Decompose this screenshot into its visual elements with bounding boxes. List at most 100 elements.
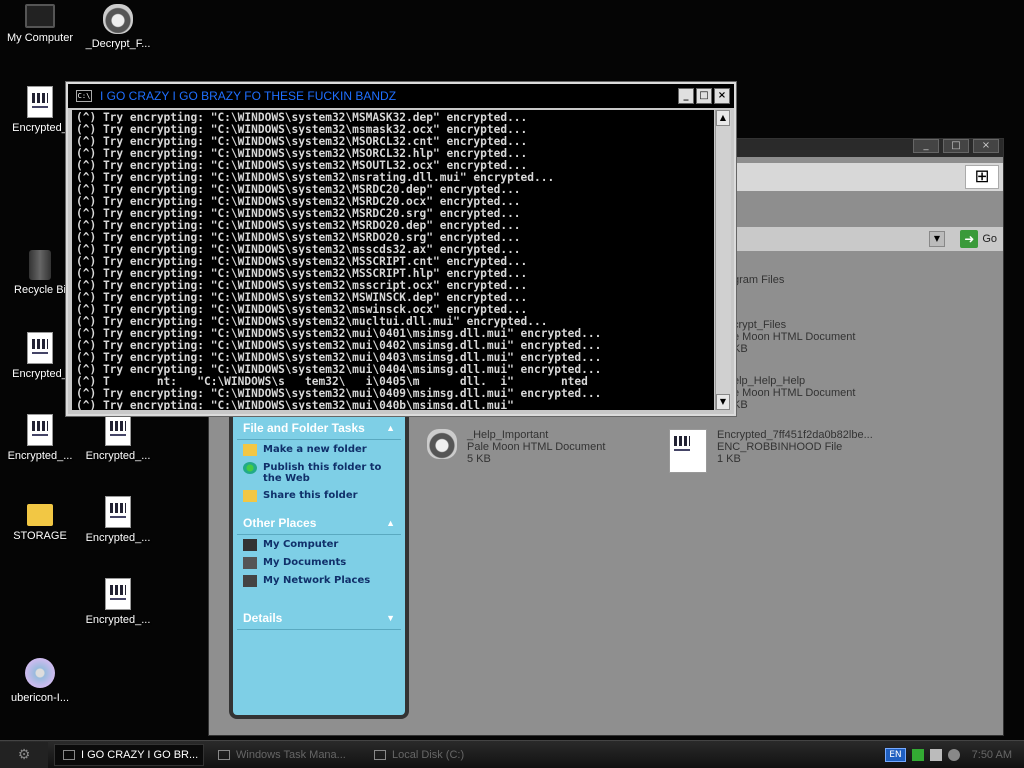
file-name: _Help_Important [467,429,549,441]
file-size: 1 KB [717,453,741,465]
cd-icon [25,658,55,688]
task-manager-icon [218,749,230,760]
other-places-section: Other Places ▲ My Computer My Documents … [237,514,401,589]
taskbar-item-console[interactable]: I GO CRAZY I GO BR... [54,743,204,766]
place-my-documents[interactable]: My Documents [237,553,401,571]
drive-icon [374,749,386,760]
file-type: ENC_ROBBINHOOD File [717,441,843,453]
desktop-icon-encrypted[interactable]: Encrypted_... [0,414,80,462]
language-indicator[interactable]: EN [885,747,906,762]
go-arrow-icon: ➜ [960,230,979,248]
clock[interactable]: 7:50 AM [972,749,1012,761]
share-folder-icon [243,490,257,502]
document-icon [105,578,131,610]
console-line: (^) Try encrypting: "C:\WINDOWS\system32… [76,399,514,411]
chevron-up-icon[interactable]: ▲ [386,518,395,528]
console-icon [63,749,75,760]
file-name: crypt_Files [733,319,787,331]
documents-icon [243,557,257,569]
file-name: elp_Help_Help [733,375,806,387]
monitor-icon [25,4,55,28]
computer-icon [243,539,257,551]
console-scrollbar[interactable]: ▲ ▼ [715,110,731,410]
desktop-icon-label: Encrypted_... [85,532,151,544]
file-item-program-files[interactable]: gram Files [733,274,784,286]
chevron-down-icon[interactable]: ▼ [386,613,395,623]
document-icon [105,414,131,446]
desktop-icon-label: Encrypted_... [85,450,151,462]
desktop-icon-label: Encrypted_... [85,614,151,626]
section-title: File and Folder Tasks [243,421,365,435]
taskbar-item-local-disk[interactable]: Local Disk (C:) [366,744,516,766]
task-publish-folder[interactable]: Publish this folder to the Web [237,458,401,486]
section-header[interactable]: Details ▼ [237,609,401,630]
section-header[interactable]: File and Folder Tasks ▲ [237,419,401,440]
minimize-icon[interactable]: _ [913,139,939,153]
desktop-icon-label: _Decrypt_F... [85,38,151,50]
desktop-icon-storage[interactable]: STORAGE [0,496,80,542]
desktop-icon-label: My Computer [6,32,74,44]
file-size: KB [733,399,748,411]
desktop-icon-encrypted[interactable]: Encrypted_... [78,414,158,462]
console-output[interactable]: (^) Try encrypting: "C:\WINDOWS\system32… [72,110,714,410]
section-title: Details [243,611,283,625]
start-button[interactable]: ⚙ [0,741,48,768]
section-title: Other Places [243,516,317,530]
console-title: I GO CRAZY I GO BRAZY FO THESE FUCKIN BA… [100,89,397,103]
taskbar-item-task-manager[interactable]: Windows Task Mana... [210,744,360,766]
system-tray: EN 7:50 AM [885,741,1024,768]
document-icon [27,86,53,118]
file-item-encrypted[interactable]: Encrypted_7ff451f2da0b82lbe... ENC_ROBBI… [669,429,873,473]
file-item-help-important[interactable]: _Help_Important Pale Moon HTML Document … [427,429,605,465]
console-icon: C:\ [76,90,92,102]
volume-icon[interactable] [947,748,960,761]
address-dropdown-icon[interactable]: ▼ [929,231,945,247]
minimize-icon[interactable]: _ [678,88,694,104]
maximize-icon[interactable]: □ [943,139,969,153]
maximize-icon[interactable]: □ [696,88,712,104]
desktop-icon-my-computer[interactable]: My Computer [0,4,80,44]
network-tray-icon[interactable] [911,748,924,761]
file-folder-tasks-section: File and Folder Tasks ▲ Make a new folde… [237,419,401,504]
desktop-icon-label: STORAGE [13,530,67,542]
file-type: e Moon HTML Document [733,387,856,399]
task-make-new-folder[interactable]: Make a new folder [237,440,401,458]
desktop-icon-ubericon[interactable]: ubericon-I... [0,658,80,704]
go-button[interactable]: ➜ Go [960,230,997,248]
folder-icon [243,444,257,456]
raccoon-icon [103,4,133,34]
safely-remove-icon[interactable] [929,748,942,761]
file-item-help-help[interactable]: elp_Help_Help e Moon HTML Document KB [733,375,855,411]
file-size: KB [733,343,748,355]
network-icon [243,575,257,587]
document-icon [669,429,707,473]
scroll-down-icon[interactable]: ▼ [716,394,730,410]
scroll-up-icon[interactable]: ▲ [716,110,730,126]
close-icon[interactable]: × [714,88,730,104]
file-type: e Moon HTML Document [733,331,856,343]
desktop-icon-label: ubericon-I... [10,692,70,704]
globe-icon [243,462,257,474]
document-icon [27,414,53,446]
task-share-folder[interactable]: Share this folder [237,486,401,504]
document-icon [105,496,131,528]
place-my-network[interactable]: My Network Places [237,571,401,589]
place-my-computer[interactable]: My Computer [237,535,401,553]
desktop-icon-label: Encrypted_... [7,450,73,462]
console-window[interactable]: C:\ I GO CRAZY I GO BRAZY FO THESE FUCKI… [66,82,736,416]
desktop-icon-decrypt-file[interactable]: _Decrypt_F... [78,4,158,50]
desktop-icon-encrypted[interactable]: Encrypted_... [78,496,158,544]
raccoon-icon [427,429,457,459]
start-gear-icon: ⚙ [17,746,31,763]
folder-icon [27,504,53,526]
taskbar: ⚙ I GO CRAZY I GO BR... Windows Task Man… [0,740,1024,768]
desktop-icon-encrypted[interactable]: Encrypted_... [78,578,158,626]
windows-logo-icon: ⊞ [965,165,999,189]
chevron-up-icon[interactable]: ▲ [386,423,395,433]
close-icon[interactable]: × [973,139,999,153]
file-name: gram Files [733,274,785,286]
file-type: Pale Moon HTML Document [467,441,606,453]
file-item-decrypt-files[interactable]: crypt_Files e Moon HTML Document KB [733,319,855,355]
console-titlebar[interactable]: C:\ I GO CRAZY I GO BRAZY FO THESE FUCKI… [68,84,734,108]
section-header[interactable]: Other Places ▲ [237,514,401,535]
